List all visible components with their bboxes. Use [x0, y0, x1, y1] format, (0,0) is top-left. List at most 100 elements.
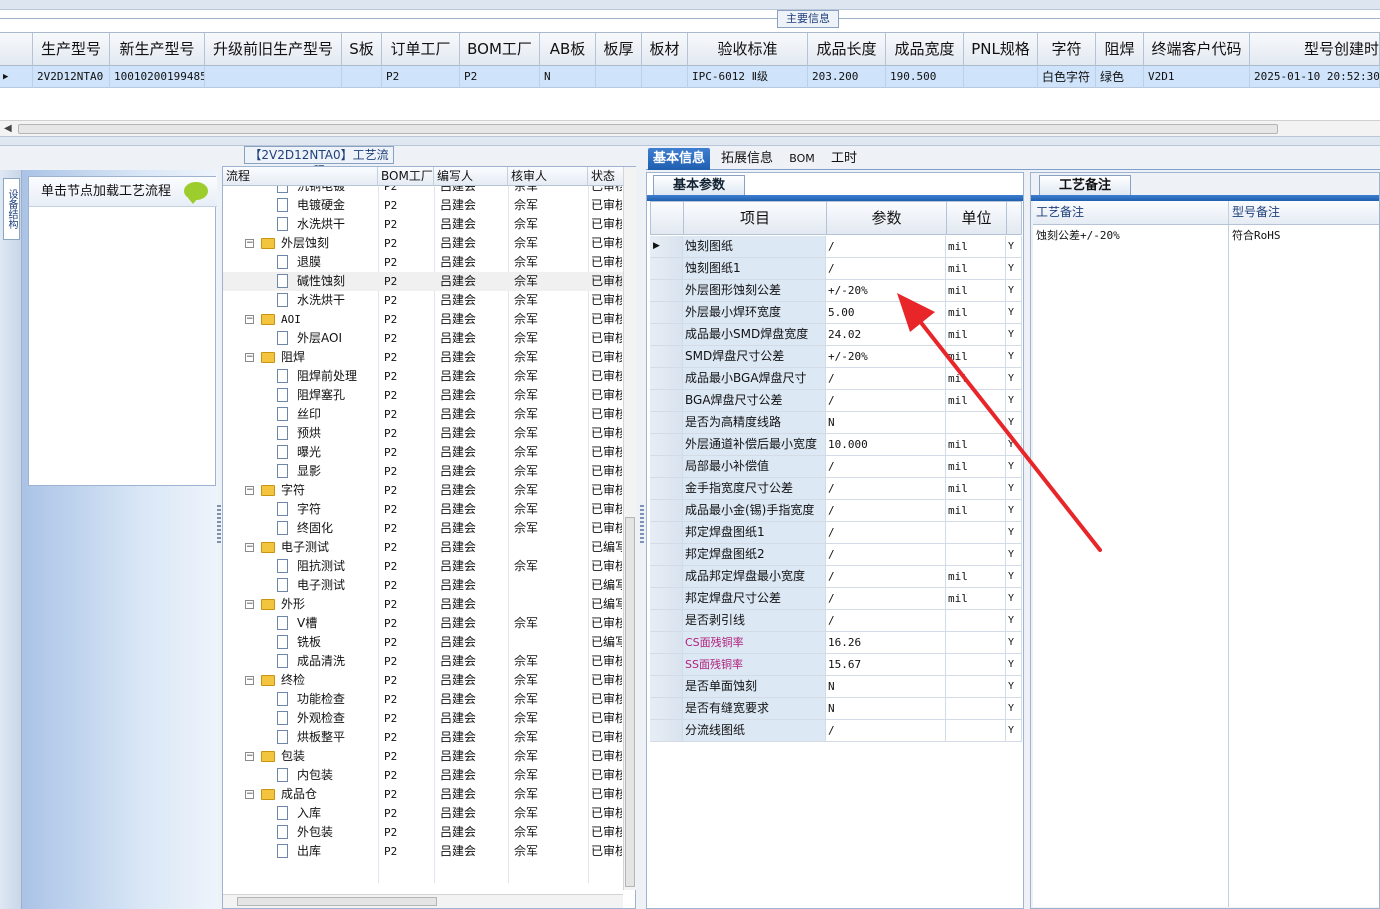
cell-bom-factory[interactable]: P2: [460, 66, 540, 88]
col-header[interactable]: 成品宽度: [886, 33, 964, 66]
param-row[interactable]: 邦定焊盘图纸1/ Y: [650, 522, 1022, 544]
row-indicator[interactable]: [650, 566, 683, 587]
param-value[interactable]: 16.26: [826, 632, 946, 653]
col-header[interactable]: 型号创建时: [1250, 33, 1380, 66]
tree-step-row[interactable]: 出库 P2 吕建会 佘军 已审核: [223, 842, 623, 861]
col-header[interactable]: BOM工厂: [460, 33, 540, 66]
tree-step-row[interactable]: 碱性蚀刻 P2 吕建会 佘军 已审核: [223, 272, 623, 291]
horizontal-splitter[interactable]: [0, 136, 1380, 146]
tree-step-row[interactable]: V槽 P2 吕建会 佘军 已审核: [223, 614, 623, 633]
param-row[interactable]: 是否有缝宽要求 N Y: [650, 698, 1022, 720]
tree-group-row[interactable]: − 终检 P2 吕建会 佘军 已审核: [223, 671, 623, 690]
cell-material[interactable]: [642, 66, 688, 88]
param-row[interactable]: 成品邦定焊盘最小宽度 / mil Y: [650, 566, 1022, 588]
tree-group-row[interactable]: − 外层蚀刻 P2 吕建会 佘军 已审核: [223, 234, 623, 253]
tab-basic-params[interactable]: 基本参数: [653, 175, 745, 195]
cell-new-model[interactable]: 10010200199485: [110, 66, 205, 88]
row-indicator[interactable]: [650, 588, 683, 609]
param-row[interactable]: 是否为高精度线路 N Y: [650, 412, 1022, 434]
row-indicator[interactable]: [650, 720, 683, 741]
tree-step-row[interactable]: 阻焊塞孔 P2 吕建会 佘军 已审核: [223, 386, 623, 405]
tree-group-row[interactable]: − 阻焊 P2 吕建会 佘军 已审核: [223, 348, 623, 367]
process-note-cell[interactable]: 蚀刻公差+/-20%: [1033, 225, 1229, 907]
cell-model[interactable]: 2V2D12NTA0: [33, 66, 110, 88]
row-indicator[interactable]: [650, 544, 683, 565]
cell-pnl[interactable]: [964, 66, 1038, 88]
tree-step-row[interactable]: 电子测试 P2 吕建会 已编写: [223, 576, 623, 595]
process-hscroll[interactable]: [223, 894, 623, 908]
col-header[interactable]: 字符: [1038, 33, 1096, 66]
row-indicator[interactable]: [650, 478, 683, 499]
col-header[interactable]: 阻焊: [1096, 33, 1144, 66]
tree-step-row[interactable]: 水洗烘干 P2 吕建会 佘军 已审核: [223, 291, 623, 310]
row-indicator[interactable]: [650, 456, 683, 477]
tree-step-row[interactable]: 电镀硬金 P2 吕建会 佘军 已审核: [223, 196, 623, 215]
param-value[interactable]: /: [826, 478, 946, 499]
row-indicator[interactable]: [650, 346, 683, 367]
col-header[interactable]: 升级前旧生产型号: [205, 33, 342, 66]
main-grid-hscroll[interactable]: ◀: [0, 120, 1380, 136]
param-row[interactable]: CS面残铜率 16.26 Y: [650, 632, 1022, 654]
param-row[interactable]: ▶ 蚀刻图纸 / mil Y: [650, 236, 1022, 258]
col-header[interactable]: AB板: [540, 33, 596, 66]
param-value[interactable]: /: [826, 500, 946, 521]
row-indicator[interactable]: [650, 632, 683, 653]
tree-step-row[interactable]: 沉铜电镀 P2 吕建会 佘军 已审核: [223, 186, 623, 196]
col-header[interactable]: 成品长度: [808, 33, 886, 66]
cell-width[interactable]: 190.500: [886, 66, 964, 88]
cell-solder-mask[interactable]: 绿色: [1096, 66, 1144, 88]
param-row[interactable]: 外层最小焊环宽度 5.00 mil Y: [650, 302, 1022, 324]
tree-step-row[interactable]: 字符 P2 吕建会 佘军 已审核: [223, 500, 623, 519]
splitter-grip[interactable]: [217, 505, 221, 545]
param-value[interactable]: /: [826, 236, 946, 257]
tree-group-row[interactable]: − 包装 P2 吕建会 佘军 已审核: [223, 747, 623, 766]
tree-step-row[interactable]: 入库 P2 吕建会 佘军 已审核: [223, 804, 623, 823]
col-header[interactable]: BOM工厂: [378, 167, 434, 186]
row-indicator[interactable]: [650, 500, 683, 521]
collapse-toggle-icon[interactable]: −: [245, 600, 254, 609]
row-indicator[interactable]: [650, 698, 683, 719]
collapse-toggle-icon[interactable]: −: [245, 353, 254, 362]
param-value[interactable]: 10.000: [826, 434, 946, 455]
tree-step-row[interactable]: 功能检查 P2 吕建会 佘军 已审核: [223, 690, 623, 709]
collapse-toggle-icon[interactable]: −: [245, 543, 254, 552]
tree-group-row[interactable]: − 电子测试 P2 吕建会 已编写: [223, 538, 623, 557]
tab-equipment-structure[interactable]: 设备结构: [3, 178, 20, 240]
param-row[interactable]: 是否剥引线 / Y: [650, 610, 1022, 632]
param-value[interactable]: /: [826, 610, 946, 631]
cell-ab-board[interactable]: N: [540, 66, 596, 88]
process-vscroll[interactable]: [623, 167, 636, 890]
param-row[interactable]: 邦定焊盘尺寸公差 / mil Y: [650, 588, 1022, 610]
row-indicator[interactable]: [650, 434, 683, 455]
row-indicator[interactable]: [650, 522, 683, 543]
col-header[interactable]: 核审人: [508, 167, 588, 186]
param-value[interactable]: /: [826, 368, 946, 389]
param-value[interactable]: /: [826, 258, 946, 279]
param-value[interactable]: +/-20%: [826, 280, 946, 301]
col-header[interactable]: 订单工厂: [382, 33, 460, 66]
tree-step-row[interactable]: 烘板整平 P2 吕建会 佘军 已审核: [223, 728, 623, 747]
cell-old-model[interactable]: [205, 66, 342, 88]
param-value[interactable]: 15.67: [826, 654, 946, 675]
col-header[interactable]: PNL规格: [964, 33, 1038, 66]
param-row[interactable]: 外层通道补偿后最小宽度 10.000 mil Y: [650, 434, 1022, 456]
cell-thickness[interactable]: [596, 66, 642, 88]
tree-step-row[interactable]: 外观检查 P2 吕建会 佘军 已审核: [223, 709, 623, 728]
col-header[interactable]: 新生产型号: [110, 33, 205, 66]
col-header[interactable]: 编写人: [434, 167, 508, 186]
cell-legend[interactable]: 白色字符: [1038, 66, 1096, 88]
param-row[interactable]: 分流线图纸 / Y: [650, 720, 1022, 742]
param-row[interactable]: 成品最小SMD焊盘宽度 24.02 mil Y: [650, 324, 1022, 346]
tree-step-row[interactable]: 预烘 P2 吕建会 佘军 已审核: [223, 424, 623, 443]
col-header[interactable]: S板: [342, 33, 382, 66]
param-row[interactable]: SS面残铜率 15.67 Y: [650, 654, 1022, 676]
col-header[interactable]: 流程: [223, 167, 378, 186]
tree-group-row[interactable]: − 外形 P2 吕建会 已编写: [223, 595, 623, 614]
tree-step-row[interactable]: 内包装 P2 吕建会 佘军 已审核: [223, 766, 623, 785]
param-row[interactable]: 蚀刻图纸1/mil Y: [650, 258, 1022, 280]
tree-group-row[interactable]: − AOI P2 吕建会 佘军 已审核: [223, 310, 623, 329]
tree-group-row[interactable]: − 字符 P2 吕建会 佘军 已审核: [223, 481, 623, 500]
col-header[interactable]: 工艺备注: [1033, 201, 1229, 224]
col-header[interactable]: 终端客户代码: [1144, 33, 1250, 66]
cell-created[interactable]: 2025-01-10 20:52:30: [1250, 66, 1380, 88]
